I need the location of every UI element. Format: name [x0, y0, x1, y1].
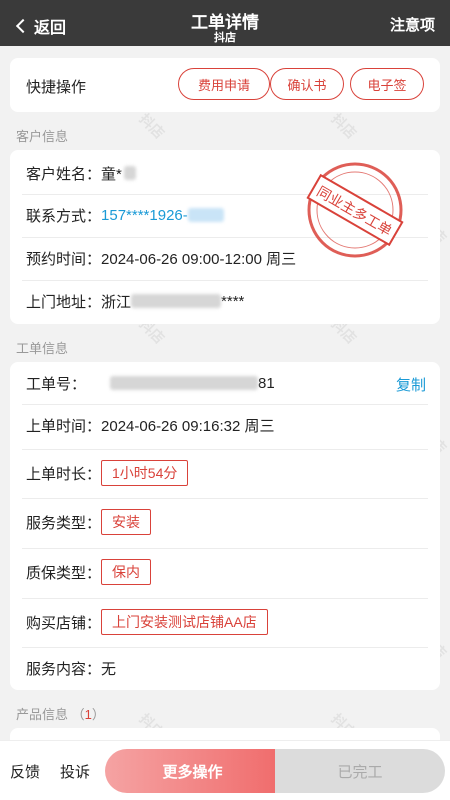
divider — [22, 280, 428, 281]
store-tag: 上门安装测试店铺AA店 — [101, 609, 268, 635]
duration-label: 上单时长： — [26, 465, 102, 483]
address-value-end: **** — [221, 292, 245, 310]
masked-text — [110, 376, 259, 390]
duration-row: 上单时长： 1小时54分 — [26, 459, 428, 487]
warranty-label: 质保类型： — [26, 564, 102, 582]
product-section-title: 产品信息 （1） — [16, 707, 105, 722]
e-signature-button[interactable]: 电子签 — [350, 68, 424, 100]
phone-value[interactable]: 157****1926- — [101, 207, 188, 224]
service-type-label: 服务类型： — [26, 514, 102, 532]
watermark: 抖店 — [136, 110, 168, 142]
app-header: 返回 工单详情 抖店 注意项 — [0, 0, 450, 46]
order-no-label: 工单号： — [26, 375, 87, 393]
created-value: 2024-06-26 09:16:32 周三 — [101, 417, 275, 435]
bottom-action-bar: 反馈 投诉 更多操作 已完工 — [0, 740, 450, 800]
customer-name-label: 客户姓名： — [26, 165, 102, 183]
warranty-tag: 保内 — [101, 559, 152, 585]
service-type-row: 服务类型： 安装 — [26, 508, 428, 536]
appointment-value: 2024-06-26 09:00-12:00 周三 — [101, 250, 297, 268]
feedback-button[interactable]: 反馈 — [10, 761, 40, 782]
service-content-value: 无 — [101, 660, 117, 678]
customer-section-title: 客户信息 — [16, 129, 69, 144]
fee-request-button[interactable]: 费用申请 — [178, 68, 270, 100]
appointment-label: 预约时间： — [26, 250, 102, 268]
product-card — [10, 728, 440, 740]
order-no-suffix: 81 — [258, 374, 275, 392]
service-content-row: 服务内容： 无 — [26, 654, 428, 682]
divider — [22, 404, 428, 405]
notice-button[interactable]: 注意项 — [390, 14, 435, 35]
address-value-start: 浙江 — [101, 293, 132, 311]
duration-tag: 1小时54分 — [101, 460, 189, 486]
quick-actions-card: 快捷操作 费用申请 确认书 电子签 — [10, 58, 440, 112]
same-owner-stamp-icon: 同业主多工单 — [306, 162, 404, 258]
divider — [22, 647, 428, 648]
warranty-row: 质保类型： 保内 — [26, 558, 428, 586]
phone-label: 联系方式： — [26, 207, 102, 225]
masked-text — [187, 208, 224, 222]
content-area[interactable]: 抖店 抖店 抖店 抖店 抖店 抖店 抖店 抖店 抖店 抖店 抖店 抖店 抖店 抖… — [0, 46, 450, 740]
created-row: 上单时间： 2024-06-26 09:16:32 周三 — [26, 412, 428, 438]
order-section-title: 工单信息 — [16, 341, 69, 356]
masked-text — [131, 294, 222, 308]
customer-card: 客户姓名： 童* 联系方式： 157****1926- 预约时间： 2024-0… — [10, 150, 440, 324]
service-type-tag: 安装 — [101, 509, 152, 535]
more-actions-button[interactable]: 更多操作 — [105, 749, 280, 793]
completed-button[interactable]: 已完工 — [275, 749, 445, 793]
store-row: 购买店铺： 上门安装测试店铺AA店 — [26, 608, 428, 636]
page-subtitle: 抖店 — [214, 32, 236, 44]
product-count: 1 — [84, 707, 92, 722]
confirmation-button[interactable]: 确认书 — [270, 68, 344, 100]
address-row: 上门地址： 浙江 **** — [26, 288, 428, 314]
order-card: 工单号： 81 复制 上单时间： 2024-06-26 09:16:32 周三 … — [10, 362, 440, 690]
copy-button[interactable]: 复制 — [396, 374, 426, 395]
quick-actions-label: 快捷操作 — [26, 79, 87, 96]
complaint-button[interactable]: 投诉 — [60, 761, 90, 782]
product-section-label: 产品信息 — [16, 707, 69, 722]
divider — [22, 449, 428, 450]
address-label: 上门地址： — [26, 293, 102, 311]
masked-text — [123, 166, 136, 180]
service-content-label: 服务内容： — [26, 660, 102, 678]
watermark: 抖店 — [328, 110, 360, 142]
store-label: 购买店铺： — [26, 614, 102, 632]
divider — [22, 598, 428, 599]
customer-name-value: 童* — [101, 165, 122, 183]
order-no-row: 工单号： 81 — [26, 370, 428, 396]
divider — [22, 548, 428, 549]
created-label: 上单时间： — [26, 417, 102, 435]
divider — [22, 498, 428, 499]
